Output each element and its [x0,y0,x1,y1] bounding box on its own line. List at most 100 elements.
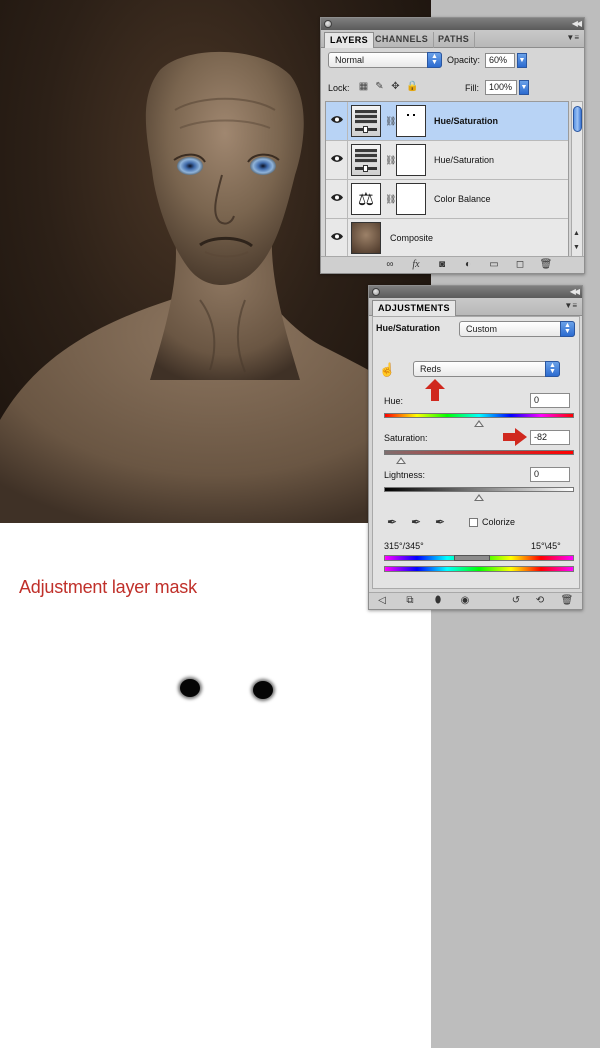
eye-cell[interactable] [326,219,348,256]
layer-name: Composite [390,233,434,243]
layer-mask-thumbnail[interactable] [396,105,426,137]
red-arrow-right-icon [503,428,527,446]
select-arrows-icon: ▲ ▼ [560,321,575,337]
reset-icon[interactable]: ⟲ [533,595,547,607]
fill-label: Fill: [465,83,479,93]
eye-icon[interactable] [331,115,343,124]
layer-mask-thumbnail[interactable] [396,144,426,176]
saturation-slider-track[interactable] [384,450,574,455]
balance-scale-icon: ⚖ [351,183,381,215]
layer-name: Hue/Saturation [434,116,499,126]
scroll-up-icon[interactable]: ▲ [573,230,580,237]
eyedropper-minus-icon[interactable]: ✒ [433,515,447,529]
fill-dropdown-icon[interactable]: ▼ [519,80,529,95]
opacity-field[interactable]: 60% [485,53,515,68]
opacity-dropdown-icon[interactable]: ▼ [517,53,527,68]
select-arrows-icon: ▲ ▼ [427,52,442,68]
layers-titlebar: ◀◀ [321,18,584,30]
mask-dot-right [253,681,273,699]
layers-scrollbar[interactable]: ▲ ▼ [571,101,583,257]
adjustment-title: Hue/Saturation [376,323,441,333]
layer-name: Hue/Saturation [434,155,495,165]
adjustment-icon[interactable]: ◐ [461,259,475,271]
eye-icon[interactable] [331,232,343,241]
layer-mask-thumbnail[interactable] [396,183,426,215]
link-icon[interactable]: ∞ [383,259,397,271]
panel-menu-icon[interactable]: ▼≡ [566,33,579,42]
lock-all-icon[interactable]: 🔒 [406,81,418,92]
layer-row-composite[interactable]: Composite [326,219,568,256]
lock-move-icon[interactable]: ✥ [390,81,401,92]
back-arrow-icon[interactable]: ◁ [375,595,389,607]
layer-list: ⛓ Hue/Saturation ⛓ Hue/Saturation ⚖ ⛓ Co… [325,101,569,257]
tab-adjustments[interactable]: ADJUSTMENTS [372,300,456,316]
channel-value: Reds [420,364,442,374]
colorize-checkbox[interactable] [469,518,478,527]
saturation-slider-knob[interactable] [396,457,407,464]
layer-row-hue-saturation-2[interactable]: ⛓ Hue/Saturation [326,141,568,180]
lock-brush-icon[interactable]: ✎ [374,81,385,92]
preset-select[interactable]: Custom ▲ ▼ [459,321,575,337]
collapse-icon[interactable]: ◀◀ [572,18,582,30]
scroll-thumb[interactable] [573,106,582,132]
layers-tab-row: LAYERS CHANNELS PATHS ▼≡ [321,30,584,48]
clip-icon[interactable]: ⬮ [431,595,445,607]
mask-dot-left [180,679,200,697]
lightness-slider-knob[interactable] [474,494,484,501]
close-icon[interactable] [324,20,332,28]
trash-icon[interactable]: 🗑 [539,259,553,271]
lock-transparent-icon[interactable]: ▦ [358,81,369,92]
collapse-icon[interactable]: ◀◀ [570,286,580,298]
lightness-slider-track[interactable] [384,487,574,492]
eyedropper-icon[interactable]: ✒ [385,515,399,529]
chain-link-icon[interactable]: ⛓ [385,116,396,127]
expand-view-icon[interactable]: ⧉ [403,595,417,607]
range-color-bar-bottom [384,566,574,572]
hue-label: Hue: [384,396,404,406]
eyedropper-plus-icon[interactable]: ✒ [409,515,423,529]
scroll-down-icon[interactable]: ▼ [573,244,580,251]
folder-icon[interactable]: ▭ [487,259,501,271]
eye-cell[interactable] [326,102,348,140]
channel-select[interactable]: Reds ▲ ▼ [413,361,560,377]
fx-icon[interactable]: fx [409,259,423,271]
hue-slider-track[interactable] [384,413,574,418]
composite-thumbnail [351,222,381,254]
new-layer-icon[interactable]: ◻ [513,259,527,271]
saturation-label: Saturation: [384,433,428,443]
range-selector[interactable] [454,555,490,561]
hue-field[interactable]: 0 [530,393,570,408]
hue-slider-knob[interactable] [474,420,484,427]
tab-layers[interactable]: LAYERS [324,32,375,48]
targeted-adjustment-hand-icon[interactable]: ☝ [379,362,395,378]
hue-saturation-thumbnail [351,144,381,176]
mask-caption: Adjustment layer mask [19,577,197,597]
select-arrows-icon: ▲ ▼ [545,361,560,377]
blend-mode-select[interactable]: Normal ▲ ▼ [328,52,442,68]
lightness-field[interactable]: 0 [530,467,570,482]
trash-icon[interactable]: 🗑 [560,595,574,607]
panel-menu-icon[interactable]: ▼≡ [564,301,577,310]
layers-panel: ◀◀ LAYERS CHANNELS PATHS ▼≡ Normal ▲ ▼ Op… [320,17,585,274]
tab-channels[interactable]: CHANNELS [370,32,435,48]
chain-link-icon[interactable]: ⛓ [385,155,396,166]
layer-row-color-balance[interactable]: ⚖ ⛓ Color Balance [326,180,568,219]
mask-icon[interactable]: ◙ [435,259,449,271]
tab-paths[interactable]: PATHS [433,32,476,48]
adjustments-body: Hue/Saturation Custom ▲ ▼ ☝ Reds ▲ ▼ Hue: … [372,316,580,589]
eye-cell[interactable] [326,180,348,218]
close-icon[interactable] [372,288,380,296]
layer-row-hue-saturation-1[interactable]: ⛓ Hue/Saturation [326,102,568,141]
eye-cell[interactable] [326,141,348,179]
eye-icon[interactable] [331,193,343,202]
visibility-icon[interactable]: ◉ [458,595,472,607]
range-left-label: 315°/345° [384,541,424,551]
layers-bottom-bar: ∞ fx ◙ ◐ ▭ ◻ 🗑 [321,256,584,273]
previous-state-icon[interactable]: ↺ [509,595,523,607]
eye-icon[interactable] [331,154,343,163]
fill-field[interactable]: 100% [485,80,517,95]
saturation-field[interactable]: -82 [530,430,570,445]
adjustments-bottom-bar: ◁ ⧉ ⬮ ◉ ↺ ⟲ 🗑 [369,592,582,609]
colorize-label: Colorize [482,517,516,527]
chain-link-icon[interactable]: ⛓ [385,194,396,205]
